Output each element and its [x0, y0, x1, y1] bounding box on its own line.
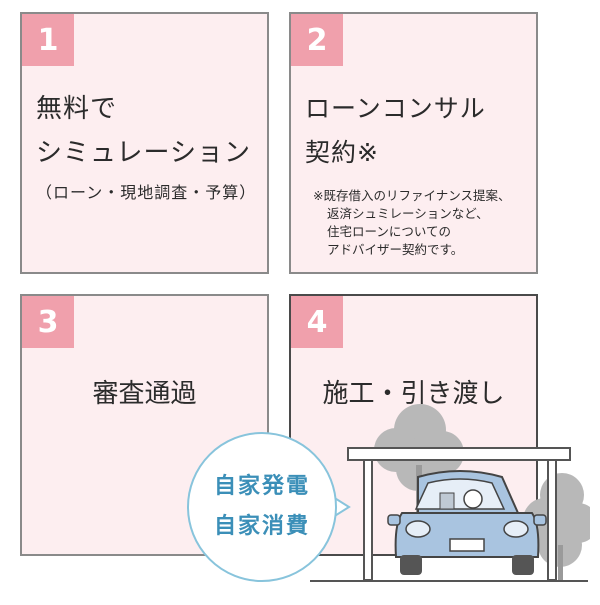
bubble-line: 自家消費 [213, 514, 310, 539]
step-card-1: 1 無料で シミュレーション （ローン・現地調査・予算） [20, 12, 269, 274]
step-note: ※既存借入のリファイナンス提案、 返済シュミレーションなど、 住宅ローンについて… [313, 187, 510, 259]
bubble-line: 自家発電 [213, 474, 310, 499]
step-card-2: 2 ローンコンサル 契約※ ※既存借入のリファイナンス提案、 返済シュミレーショ… [289, 12, 538, 274]
step-number-badge: 2 [291, 14, 343, 66]
step-title-line: ローンコンサル [305, 94, 486, 123]
step-subtitle: （ローン・現地調査・予算） [36, 183, 257, 202]
step-number-badge: 4 [291, 296, 343, 348]
step-number-badge: 1 [22, 14, 74, 66]
speech-bubble: 自家発電 自家消費 [187, 432, 337, 582]
step-title: 審査通過 [92, 379, 197, 409]
note-line: 返済シュミレーションなど、 [327, 206, 489, 221]
step-title-line: 契約※ [305, 138, 379, 167]
step-title-line: シミュレーション [36, 138, 251, 168]
note-line: ※既存借入のリファイナンス提案、 [313, 188, 511, 203]
step-title: 無料で シミュレーション [36, 87, 251, 175]
step-number-badge: 3 [22, 296, 74, 348]
step-title-line: 無料で [36, 94, 118, 124]
note-line: 住宅ローンについての [327, 224, 452, 239]
note-line: アドバイザー契約です。 [327, 242, 464, 257]
step-title: ローンコンサル 契約※ [305, 87, 486, 175]
